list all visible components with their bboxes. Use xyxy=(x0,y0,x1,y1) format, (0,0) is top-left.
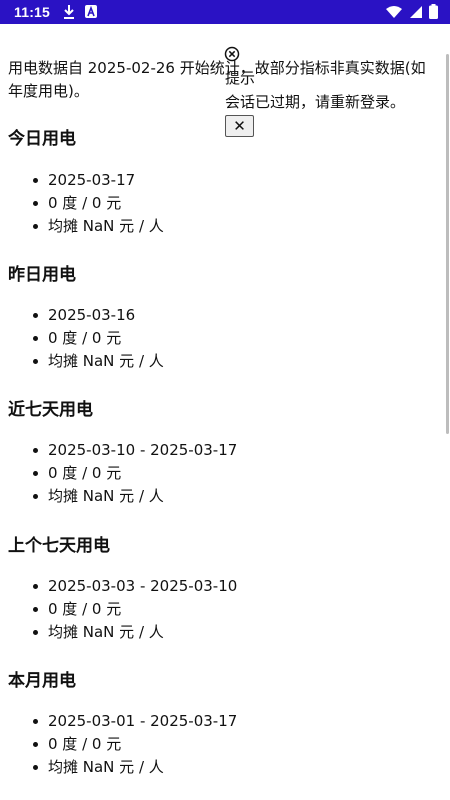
section-list-today: 2025-03-17 0 度 / 0 元 均摊 NaN 元 / 人 xyxy=(33,169,164,238)
list-item: 均摊 NaN 元 / 人 xyxy=(32,756,237,779)
a-icon xyxy=(84,4,98,20)
list-item: 均摊 NaN 元 / 人 xyxy=(33,215,164,238)
section-title-this-month: 本月用电 xyxy=(8,671,76,691)
status-bar: 11:15 xyxy=(0,0,450,24)
close-button[interactable]: ✕ xyxy=(225,115,254,137)
section-list-yesterday: 2025-03-16 0 度 / 0 元 均摊 NaN 元 / 人 xyxy=(33,304,164,373)
circle-x-icon xyxy=(224,46,240,62)
section-list-this-month: 2025-03-01 - 2025-03-17 0 度 / 0 元 均摊 NaN… xyxy=(32,710,237,779)
status-icons-left xyxy=(62,4,98,20)
list-item: 0 度 / 0 元 xyxy=(33,192,164,215)
list-item: 0 度 / 0 元 xyxy=(32,733,237,756)
page-content: 用电数据自 2025-02-26 开始统计，故部分指标非真实数据(如年度用电)。… xyxy=(0,24,444,800)
status-time: 11:15 xyxy=(14,4,51,20)
section-title-previous-7-days: 上个七天用电 xyxy=(8,536,110,556)
list-item: 2025-03-03 - 2025-03-10 xyxy=(32,575,237,598)
section-title-today: 今日用电 xyxy=(8,129,76,149)
list-item: 均摊 NaN 元 / 人 xyxy=(32,621,237,644)
scrollbar-thumb[interactable] xyxy=(446,54,449,434)
list-item: 2025-03-01 - 2025-03-17 xyxy=(32,710,237,733)
battery-icon xyxy=(429,4,438,19)
signal-icon xyxy=(409,5,423,19)
section-title-last-7-days: 近七天用电 xyxy=(8,400,93,420)
list-item: 0 度 / 0 元 xyxy=(33,327,164,350)
list-item: 均摊 NaN 元 / 人 xyxy=(32,485,237,508)
dialog-title: 提示 xyxy=(225,69,256,87)
status-icons-right xyxy=(385,4,438,19)
scrollbar[interactable] xyxy=(444,24,450,800)
list-item: 2025-03-10 - 2025-03-17 xyxy=(32,439,237,462)
wifi-icon xyxy=(385,5,403,19)
list-item: 0 度 / 0 元 xyxy=(32,598,237,621)
download-icon xyxy=(62,4,76,20)
list-item: 2025-03-16 xyxy=(33,304,164,327)
section-list-previous-7-days: 2025-03-03 - 2025-03-10 0 度 / 0 元 均摊 NaN… xyxy=(32,575,237,644)
dialog-message: 会话已过期，请重新登录。 xyxy=(225,93,406,111)
list-item: 均摊 NaN 元 / 人 xyxy=(33,350,164,373)
section-list-last-7-days: 2025-03-10 - 2025-03-17 0 度 / 0 元 均摊 NaN… xyxy=(32,439,237,508)
section-title-yesterday: 昨日用电 xyxy=(8,265,76,285)
list-item: 2025-03-17 xyxy=(33,169,164,192)
list-item: 0 度 / 0 元 xyxy=(32,462,237,485)
